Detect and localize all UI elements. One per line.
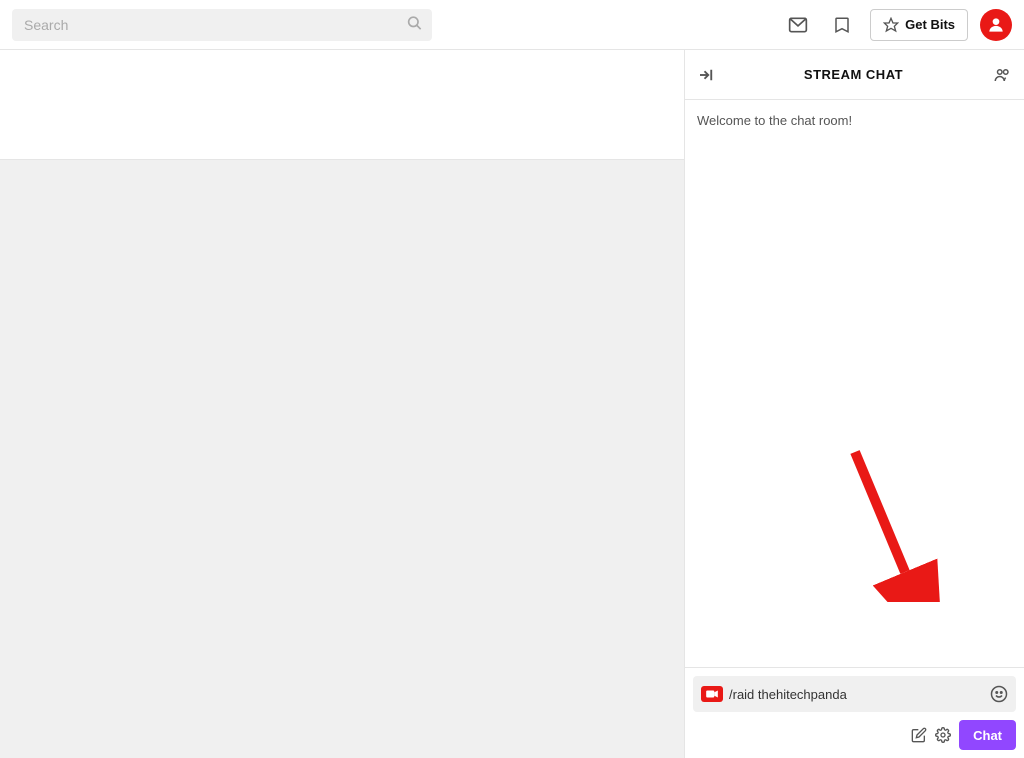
chat-header: STREAM CHAT	[685, 50, 1024, 100]
get-bits-button[interactable]: Get Bits	[870, 9, 968, 41]
search-container	[12, 9, 432, 41]
chat-messages: Welcome to the chat room!	[685, 100, 1024, 667]
main-layout: STREAM CHAT Welcome to the chat room!	[0, 50, 1024, 758]
settings-button[interactable]	[935, 727, 951, 743]
arrow-annotation	[825, 442, 955, 607]
chat-text-input[interactable]	[729, 687, 984, 702]
avatar[interactable]	[980, 9, 1012, 41]
left-panel	[0, 50, 684, 758]
search-input[interactable]	[12, 9, 432, 41]
pencil-button[interactable]	[911, 727, 927, 743]
nav-right: Get Bits	[782, 9, 1012, 41]
get-bits-label: Get Bits	[905, 17, 955, 32]
chat-header-title: STREAM CHAT	[804, 67, 903, 82]
emoji-button[interactable]	[990, 685, 1008, 703]
chat-send-button[interactable]: Chat	[959, 720, 1016, 750]
raid-icon	[701, 686, 723, 702]
collapse-chat-button[interactable]	[697, 66, 715, 84]
search-icon	[406, 14, 422, 35]
chat-input-area: Chat	[685, 667, 1024, 758]
bookmark-button[interactable]	[826, 9, 858, 41]
top-navigation: Get Bits	[0, 0, 1024, 50]
welcome-message: Welcome to the chat room!	[697, 113, 852, 128]
chat-input-row	[693, 676, 1016, 712]
chat-actions-row: Chat	[693, 720, 1016, 750]
mail-button[interactable]	[782, 9, 814, 41]
chat-users-button[interactable]	[992, 66, 1012, 84]
content-area	[0, 160, 684, 758]
video-area	[0, 50, 684, 160]
chat-panel: STREAM CHAT Welcome to the chat room!	[684, 50, 1024, 758]
